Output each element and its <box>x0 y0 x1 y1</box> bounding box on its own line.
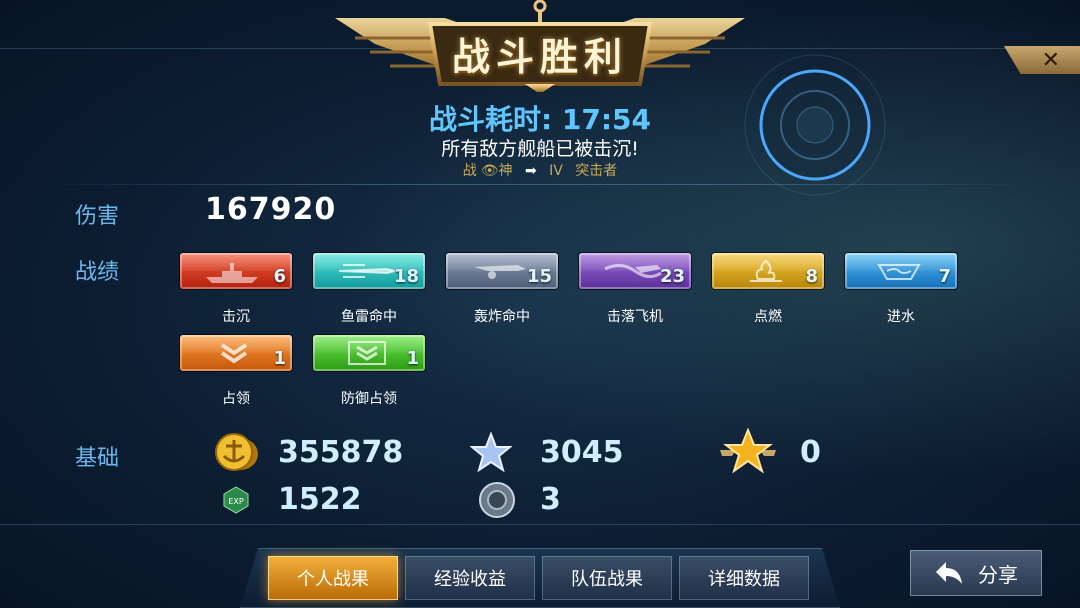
bottom-divider <box>0 524 1080 525</box>
badge-fire[interactable]: 8 <box>712 253 824 289</box>
bomber-icon <box>474 265 526 279</box>
torpedo-icon <box>338 264 396 278</box>
victory-title: 战斗胜利 <box>451 34 628 79</box>
result-message: 所有敌方舰船已被击沉! <box>441 138 639 160</box>
badge-count: 18 <box>393 266 419 287</box>
badge-count: 23 <box>659 266 685 287</box>
badge-label-flooding: 进水 <box>887 309 915 325</box>
star-points-value: 3045 <box>540 435 624 470</box>
gold-star-value: 0 <box>800 435 821 470</box>
rank-progress: 战 👁神 ➡ IV 突击者 <box>340 160 740 180</box>
header-divider <box>40 184 1040 185</box>
rank-name: 突击者 <box>575 163 618 179</box>
arrow-right-icon: ➡ <box>524 163 537 179</box>
plane-shot-icon <box>604 264 662 278</box>
badge-label-sunk: 击沉 <box>222 309 250 325</box>
back-arrow-icon <box>936 562 962 584</box>
tab-team-results[interactable]: 队伍战果 <box>542 556 672 600</box>
close-button[interactable]: ✕ <box>1004 46 1080 74</box>
rank-tier: IV <box>549 163 563 179</box>
badge-count: 7 <box>938 266 951 287</box>
close-icon[interactable]: ✕ <box>1042 48 1060 73</box>
badge-label-bomb: 轰炸命中 <box>474 309 530 325</box>
rank-from-part2: 神 <box>498 163 513 179</box>
exp-badge-text: EXP <box>228 497 244 506</box>
basics-label: 基础 <box>75 446 120 471</box>
silver-value: 355878 <box>278 435 404 470</box>
badge-count: 1 <box>406 348 419 369</box>
fire-icon <box>750 259 782 282</box>
silver-coin-icon <box>215 433 258 471</box>
badge-label-torpedo: 鱼雷命中 <box>341 309 397 325</box>
badge-label-planes: 击落飞机 <box>607 309 663 325</box>
achievements-label: 战绩 <box>75 260 120 285</box>
radar-icon <box>744 54 886 196</box>
badge-label-fire: 点燃 <box>754 309 782 325</box>
battle-duration: 战斗耗时: 17:54 <box>428 103 652 136</box>
badge-label-defend-capture: 防御占领 <box>341 391 397 407</box>
tab-detailed-data[interactable]: 详细数据 <box>679 556 809 600</box>
badge-torpedo[interactable]: 18 <box>313 253 425 289</box>
rank-from-part1: 战 <box>462 163 477 179</box>
flooding-icon <box>877 264 921 280</box>
badge-count: 8 <box>805 266 818 287</box>
badge-planes[interactable]: 23 <box>579 253 691 289</box>
damage-value: 167920 <box>205 192 337 227</box>
badge-sunk[interactable]: 6 <box>180 253 292 289</box>
share-label: 分享 <box>978 562 1018 587</box>
gear-medal-icon <box>479 482 515 518</box>
badge-label-capture: 占领 <box>222 391 250 407</box>
badge-count: 1 <box>273 348 286 369</box>
exp-value: 1522 <box>278 482 362 517</box>
tab-personal-results[interactable]: 个人战果 <box>268 556 398 600</box>
badge-capture[interactable]: 1 <box>180 335 292 371</box>
damage-label: 伤害 <box>75 204 120 229</box>
eye-icon: 👁 <box>480 163 499 179</box>
badge-bomb[interactable]: 15 <box>446 253 558 289</box>
tab-exp-gains[interactable]: 经验收益 <box>405 556 535 600</box>
ship-sunk-icon <box>206 263 258 283</box>
gear-value: 3 <box>540 482 561 517</box>
badge-count: 6 <box>273 266 286 287</box>
gold-star-icon <box>720 428 776 474</box>
defend-capture-icon <box>348 341 386 365</box>
share-button[interactable]: 分享 <box>910 550 1042 596</box>
badge-count: 15 <box>526 266 552 287</box>
badge-defend-capture[interactable]: 1 <box>313 335 425 371</box>
star-points-icon <box>470 432 512 472</box>
badge-flooding[interactable]: 7 <box>845 253 957 289</box>
capture-icon <box>220 343 248 364</box>
anchor-icon <box>533 0 547 22</box>
exp-icon: EXP <box>223 486 249 514</box>
